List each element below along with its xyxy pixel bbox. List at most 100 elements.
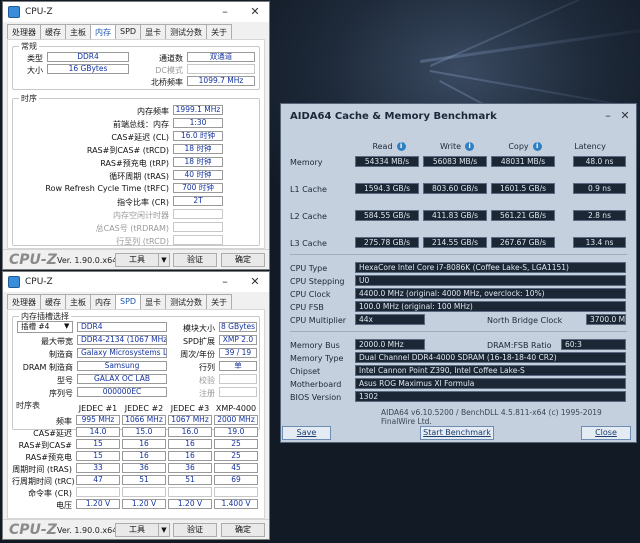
cpuz-logo: CPU-Z — [9, 522, 57, 538]
motherboard-value: Asus ROG Maximus XI Formula — [355, 378, 626, 389]
bench-value: 584.55 GB/s — [355, 210, 419, 221]
validate-button[interactable]: 验证 — [173, 523, 217, 537]
max-bandwidth-label: 最大带宽 — [41, 337, 73, 346]
memory-panel: 常规 类型 DDR4 大小 16 GBytes 通道数 双通道 DC模式 北桥频… — [7, 39, 265, 249]
column-header: XMP-4000 — [215, 404, 257, 413]
divider — [290, 254, 627, 255]
cpu-clock-label: CPU Clock — [290, 290, 331, 299]
close-button[interactable]: Close — [581, 426, 631, 440]
tab-cpu[interactable]: 处理器 — [7, 294, 41, 309]
bench-value: 214.55 GB/s — [423, 237, 487, 248]
spd-ext-label: SPD扩展 — [182, 337, 215, 346]
tab-mainboard[interactable]: 主板 — [65, 294, 91, 309]
timing-value: 2T — [173, 196, 223, 206]
tab-bench[interactable]: 测试分数 — [165, 294, 208, 309]
minimize-icon[interactable]: – — [600, 109, 616, 122]
table-cell — [122, 487, 166, 497]
ok-button[interactable]: 确定 — [221, 523, 265, 537]
table-cell: 16.0 — [168, 427, 212, 437]
close-icon[interactable]: ✕ — [247, 5, 263, 18]
column-latency: Latency — [563, 142, 617, 151]
chevron-down-icon[interactable]: ▼ — [158, 523, 170, 537]
minimize-icon[interactable]: – — [217, 275, 233, 288]
tab-spd[interactable]: SPD — [115, 24, 142, 39]
close-icon[interactable]: ✕ — [247, 275, 263, 288]
tools-button[interactable]: 工具 — [115, 523, 159, 537]
save-label: Save — [296, 428, 317, 437]
window-title: CPU-Z — [25, 277, 53, 287]
timing-label: RAS#预充电 (tRP) — [100, 159, 169, 168]
memory-bus-label: Memory Bus — [290, 341, 340, 350]
validate-button[interactable]: 验证 — [173, 253, 217, 267]
tab-memory[interactable]: 内存 — [90, 24, 116, 40]
timing-label: 指令比率 (CR) — [117, 198, 169, 207]
table-cell: 15 — [76, 439, 120, 449]
tab-bench[interactable]: 测试分数 — [165, 24, 208, 39]
bench-value: 48031 MB/s — [491, 156, 555, 167]
chevron-down-icon[interactable]: ▼ — [158, 253, 170, 267]
tab-cpu[interactable]: 处理器 — [7, 24, 41, 39]
ok-button[interactable]: 确定 — [221, 253, 265, 267]
dc-mode-label: DC模式 — [155, 66, 183, 75]
close-icon[interactable]: ✕ — [617, 109, 633, 122]
cpuz-memory-window: CPU-Z – ✕ 处理器 缓存 主板 内存 SPD 显卡 测试分数 关于 常规… — [2, 1, 270, 270]
table-cell: 1066 MHz — [122, 415, 166, 425]
version-label: Ver. 1.90.0.x64 — [57, 526, 118, 535]
chevron-down-icon[interactable]: ▼ — [64, 322, 69, 330]
table-cell: 16 — [168, 439, 212, 449]
dc-mode-value — [187, 64, 255, 74]
column-copy: Copy i — [493, 142, 557, 151]
tab-spd[interactable]: SPD — [115, 294, 142, 310]
tab-about[interactable]: 关于 — [206, 294, 233, 309]
bench-row-label: L3 Cache — [290, 239, 327, 248]
save-button[interactable]: Save — [282, 426, 331, 440]
tab-memory[interactable]: 内存 — [90, 294, 116, 309]
memory-type-label: Memory Type — [290, 354, 344, 363]
bench-value: 411.83 GB/s — [423, 210, 487, 221]
channel-value: 双通道 — [187, 52, 255, 62]
table-cell: 25 — [214, 439, 258, 449]
timing-value: 700 时钟 — [173, 183, 223, 193]
serial-label: 序列号 — [49, 389, 73, 398]
tab-mainboard[interactable]: 主板 — [65, 24, 91, 39]
correction-label: 校验 — [199, 376, 215, 385]
row-label: 行周期时间 (tRC) — [12, 477, 75, 486]
dram-ratio-label: DRAM:FSB Ratio — [487, 341, 552, 350]
table-cell: 1.400 V — [214, 499, 258, 509]
column-read: Read i — [357, 142, 421, 151]
nb-clock-value: 3700.0 MHz — [586, 314, 626, 325]
tab-graphics[interactable]: 显卡 — [140, 294, 167, 309]
memory-bus-value: 2000.0 MHz — [355, 339, 425, 350]
manufacturer-value: Galaxy Microsystems Ltd. — [77, 348, 167, 358]
table-cell: 16 — [122, 451, 166, 461]
timing-value — [173, 209, 223, 219]
cpu-clock-value: 4400.0 MHz (original: 4000 MHz, overcloc… — [355, 288, 626, 299]
dram-maker-value: Samsung — [77, 361, 167, 371]
copyright-footer: AIDA64 v6.10.5200 / BenchDLL 4.5.811-x64… — [381, 408, 602, 426]
minimize-icon[interactable]: – — [217, 5, 233, 18]
table-cell: 69 — [214, 475, 258, 485]
info-icon[interactable]: i — [396, 142, 406, 151]
table-cell: 36 — [168, 463, 212, 473]
cpuz-app-icon — [8, 276, 20, 288]
table-cell: 1.20 V — [76, 499, 120, 509]
timing-label: 内存频率 — [137, 107, 169, 116]
tab-cache[interactable]: 缓存 — [40, 24, 66, 39]
row-label: 周期时间 (tRAS) — [12, 465, 72, 474]
tab-about[interactable]: 关于 — [206, 24, 233, 39]
info-icon[interactable]: i — [532, 142, 542, 151]
tools-button[interactable]: 工具 — [115, 253, 159, 267]
table-cell: 1.20 V — [168, 499, 212, 509]
bench-value: 0.9 ns — [573, 183, 626, 194]
tab-graphics[interactable]: 显卡 — [140, 24, 167, 39]
nb-freq-value: 1099.7 MHz — [187, 76, 255, 86]
tab-cache[interactable]: 缓存 — [40, 294, 66, 309]
type-value: DDR4 — [47, 52, 129, 62]
table-cell: 16 — [168, 451, 212, 461]
rank-value: 单 — [219, 361, 257, 371]
info-icon[interactable]: i — [465, 142, 475, 151]
start-benchmark-button[interactable]: Start Benchmark — [420, 426, 494, 440]
divider — [290, 331, 627, 332]
bench-row-label: Memory — [290, 158, 323, 167]
group-title: 时序表 — [14, 400, 42, 411]
